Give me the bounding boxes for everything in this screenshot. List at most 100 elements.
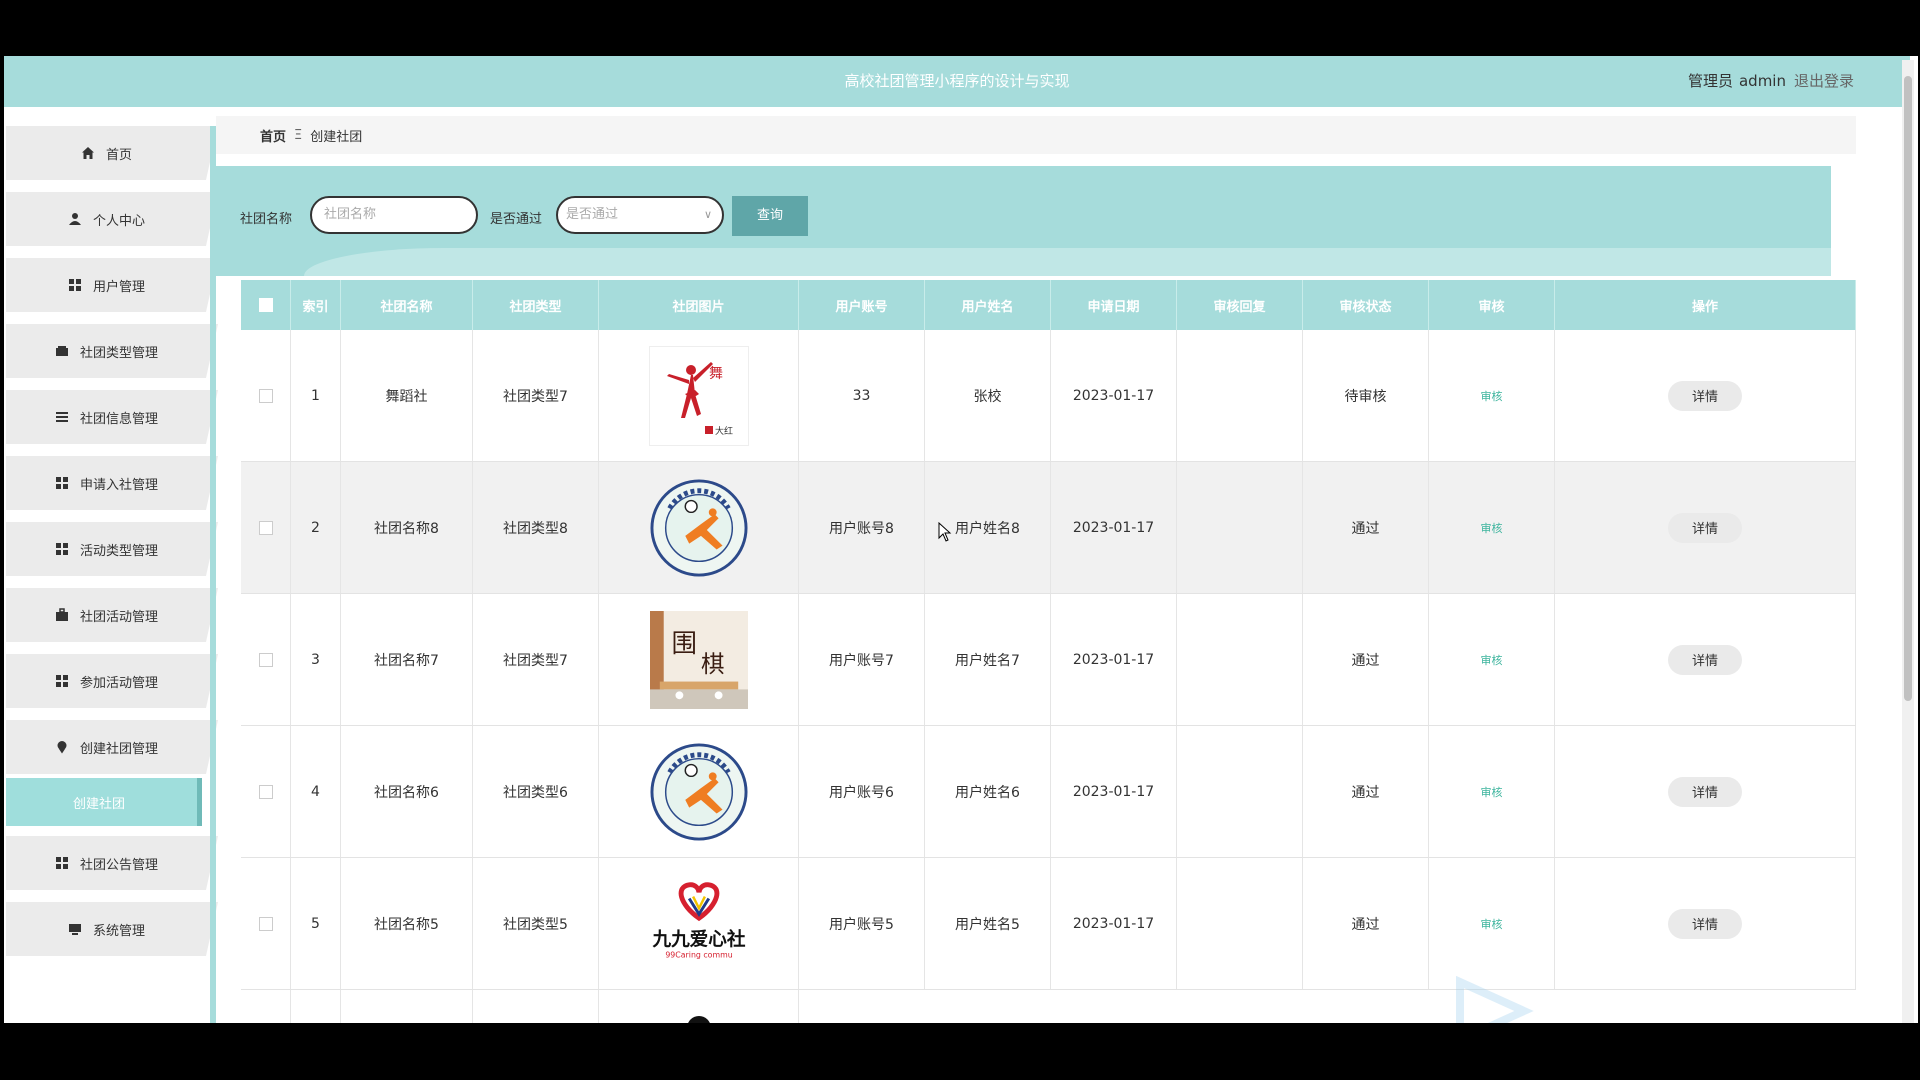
table-row: 1 舞蹈社 社团类型7 舞 大红 33 张校 2023-01-17 待审核 审核… — [241, 330, 1856, 462]
cell-account: 用户账号5 — [799, 858, 925, 989]
caring-sub: 99Caring commu — [665, 950, 732, 959]
header-status: 审核状态 — [1303, 280, 1429, 330]
cell-club-type: 社团类型6 — [473, 726, 599, 857]
detail-button[interactable]: 详情 — [1668, 380, 1742, 411]
row-checkbox[interactable] — [258, 652, 273, 667]
cell-date: 2023-01-17 — [1051, 462, 1177, 593]
cell-username: 张校 — [925, 330, 1051, 461]
cell-date: 2023-01-17 — [1051, 330, 1177, 461]
detail-button[interactable]: 详情 — [1668, 776, 1742, 807]
cell-club-type: 社团类型7 — [473, 594, 599, 725]
breadcrumb-home[interactable]: 首页 — [260, 126, 286, 145]
cell-date: 2023-01-17 — [1051, 594, 1177, 725]
pin-icon — [54, 740, 70, 754]
dance-logo-text: 大红 — [715, 425, 733, 437]
row-checkbox[interactable] — [258, 784, 273, 799]
audit-link[interactable]: 审核 — [1481, 652, 1503, 668]
sidebar-item-club-activities[interactable]: 社团活动管理 — [6, 588, 218, 642]
cell-actions: 详情 — [1555, 462, 1856, 593]
cell-account: 用户账号7 — [799, 594, 925, 725]
sidebar-item-announcements[interactable]: 社团公告管理 — [6, 836, 218, 890]
table-row: 2 社团名称8 社团类型8 用户账号8 用户姓名8 2023-01-17 通过 … — [241, 462, 1856, 594]
sidebar-item-label: 社团公告管理 — [79, 857, 158, 873]
cell-club-name — [341, 990, 473, 1023]
cell-club-image: 九九爱心社 99Caring commu — [599, 858, 799, 989]
sidebar-item-join-requests[interactable]: 申请入社管理 — [6, 456, 218, 510]
chevron-down-icon: ∨ — [703, 208, 712, 221]
row-checkbox[interactable] — [258, 916, 273, 931]
sidebar-item-home[interactable]: 首页 — [6, 126, 218, 180]
query-button[interactable]: 查询 — [732, 196, 808, 236]
cell-status: 通过 — [1303, 594, 1429, 725]
cell-audit: 审核 — [1429, 726, 1555, 857]
grid-icon — [54, 476, 70, 490]
cell-account: 用户账号8 — [799, 462, 925, 593]
caring-name: 九九爱心社 — [651, 928, 745, 950]
cell-reply — [1177, 858, 1303, 989]
sidebar-item-label: 参加活动管理 — [79, 675, 158, 691]
main-content: 首页 Ξ 创建社团 社团名称 社团名称 是否通过 是否通过 ∨ 查询 索引 社团… — [216, 116, 1856, 1023]
cell-club-name: 社团名称8 — [341, 462, 473, 593]
search-panel-wave — [304, 248, 1831, 276]
cell-club-type — [473, 990, 599, 1023]
sidebar-item-system[interactable]: 系统管理 — [6, 902, 218, 956]
header-club-type: 社团类型 — [473, 280, 599, 330]
header-account: 用户账号 — [799, 280, 925, 330]
cell-audit: 审核 — [1429, 462, 1555, 593]
table-row-partial — [241, 990, 1856, 1023]
grid-icon — [54, 856, 70, 870]
cell-club-image — [599, 462, 799, 593]
header-audit: 审核 — [1429, 280, 1555, 330]
cell-status: 待审核 — [1303, 330, 1429, 461]
sidebar-item-join-activities[interactable]: 参加活动管理 — [6, 654, 218, 708]
sidebar-item-activity-types[interactable]: 活动类型管理 — [6, 522, 218, 576]
detail-button[interactable]: 详情 — [1668, 644, 1742, 675]
sidebar-item-label: 创建社团管理 — [79, 741, 158, 757]
cell-club-type: 社团类型7 — [473, 330, 599, 461]
football-badge-image — [649, 478, 748, 577]
vertical-scrollbar[interactable] — [1902, 60, 1914, 1023]
row-checkbox[interactable] — [258, 520, 273, 535]
cell-club-image — [599, 990, 799, 1023]
pass-select[interactable]: 是否通过 ∨ — [556, 196, 724, 234]
sidebar-item-users[interactable]: 用户管理 — [6, 258, 218, 312]
breadcrumb-current: 创建社团 — [310, 129, 363, 145]
audit-link[interactable]: 审核 — [1481, 916, 1503, 932]
cell-reply — [1177, 462, 1303, 593]
top-bar: 高校社团管理小程序的设计与实现 管理员 admin 退出登录 — [4, 56, 1910, 107]
detail-button[interactable]: 详情 — [1668, 512, 1742, 543]
cell-status: 通过 — [1303, 858, 1429, 989]
sidebar-item-club-info[interactable]: 社团信息管理 — [6, 390, 218, 444]
logout-link[interactable]: 退出登录 — [1794, 72, 1854, 90]
svg-text:棋: 棋 — [700, 649, 724, 677]
cell-audit: 审核 — [1429, 858, 1555, 989]
scrollbar-thumb[interactable] — [1904, 76, 1912, 701]
detail-button[interactable]: 详情 — [1668, 908, 1742, 939]
football-badge-image — [649, 742, 748, 841]
user-role: 管理员 — [1687, 72, 1733, 90]
play-overlay-icon — [1454, 975, 1534, 1023]
header-actions: 操作 — [1555, 280, 1856, 330]
table-row: 4 社团名称6 社团类型6 用户账号6 用户姓名6 2023-01-17 通过 … — [241, 726, 1856, 858]
cell-actions: 详情 — [1555, 330, 1856, 461]
grid-icon — [54, 542, 70, 556]
table-row: 5 社团名称5 社团类型5 九九爱心社 99Caring commu 用户账号5… — [241, 858, 1856, 990]
row-checkbox[interactable] — [258, 388, 273, 403]
search-panel: 社团名称 社团名称 是否通过 是否通过 ∨ 查询 — [216, 166, 1831, 276]
sidebar-item-create-club-mgmt[interactable]: 创建社团管理 — [6, 720, 218, 774]
header-reply: 审核回复 — [1177, 280, 1303, 330]
header-date: 申请日期 — [1051, 280, 1177, 330]
sidebar-item-club-types[interactable]: 社团类型管理 — [6, 324, 218, 378]
audit-link[interactable]: 审核 — [1481, 784, 1503, 800]
audit-link[interactable]: 审核 — [1481, 388, 1503, 404]
audit-link[interactable]: 审核 — [1481, 520, 1503, 536]
username: admin — [1738, 72, 1786, 90]
cell-index: 4 — [291, 726, 341, 857]
row-select-cell — [241, 858, 291, 989]
cell-club-image: 舞 大红 — [599, 330, 799, 461]
sidebar-subitem-create-club[interactable]: 创建社团 — [6, 778, 202, 826]
sidebar: 首页 个人中心 用户管理 社团类型管理 社团信息管理 申请入社管理 活动类型管理 — [4, 126, 218, 1023]
sidebar-item-profile[interactable]: 个人中心 — [6, 192, 218, 246]
club-name-input[interactable]: 社团名称 — [310, 196, 478, 234]
select-all-checkbox[interactable] — [258, 298, 273, 312]
